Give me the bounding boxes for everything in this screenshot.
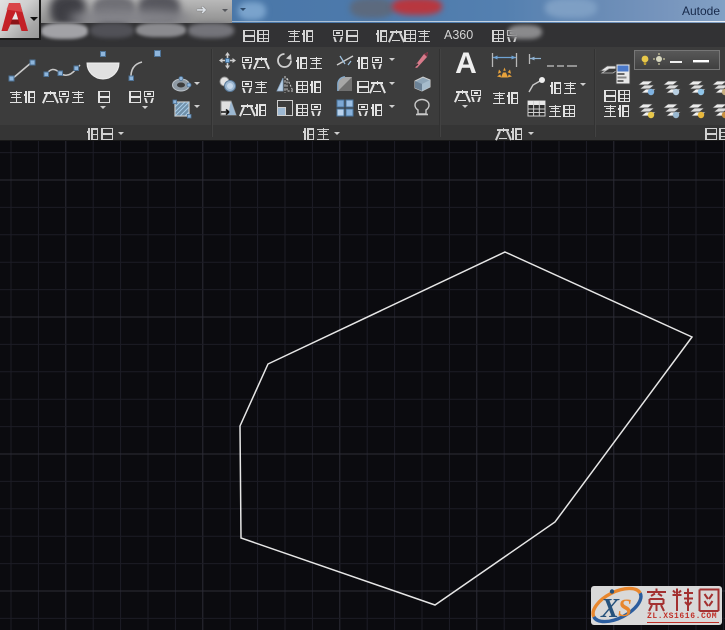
svg-text:S: S bbox=[618, 595, 632, 622]
svg-text:X: X bbox=[600, 593, 620, 623]
